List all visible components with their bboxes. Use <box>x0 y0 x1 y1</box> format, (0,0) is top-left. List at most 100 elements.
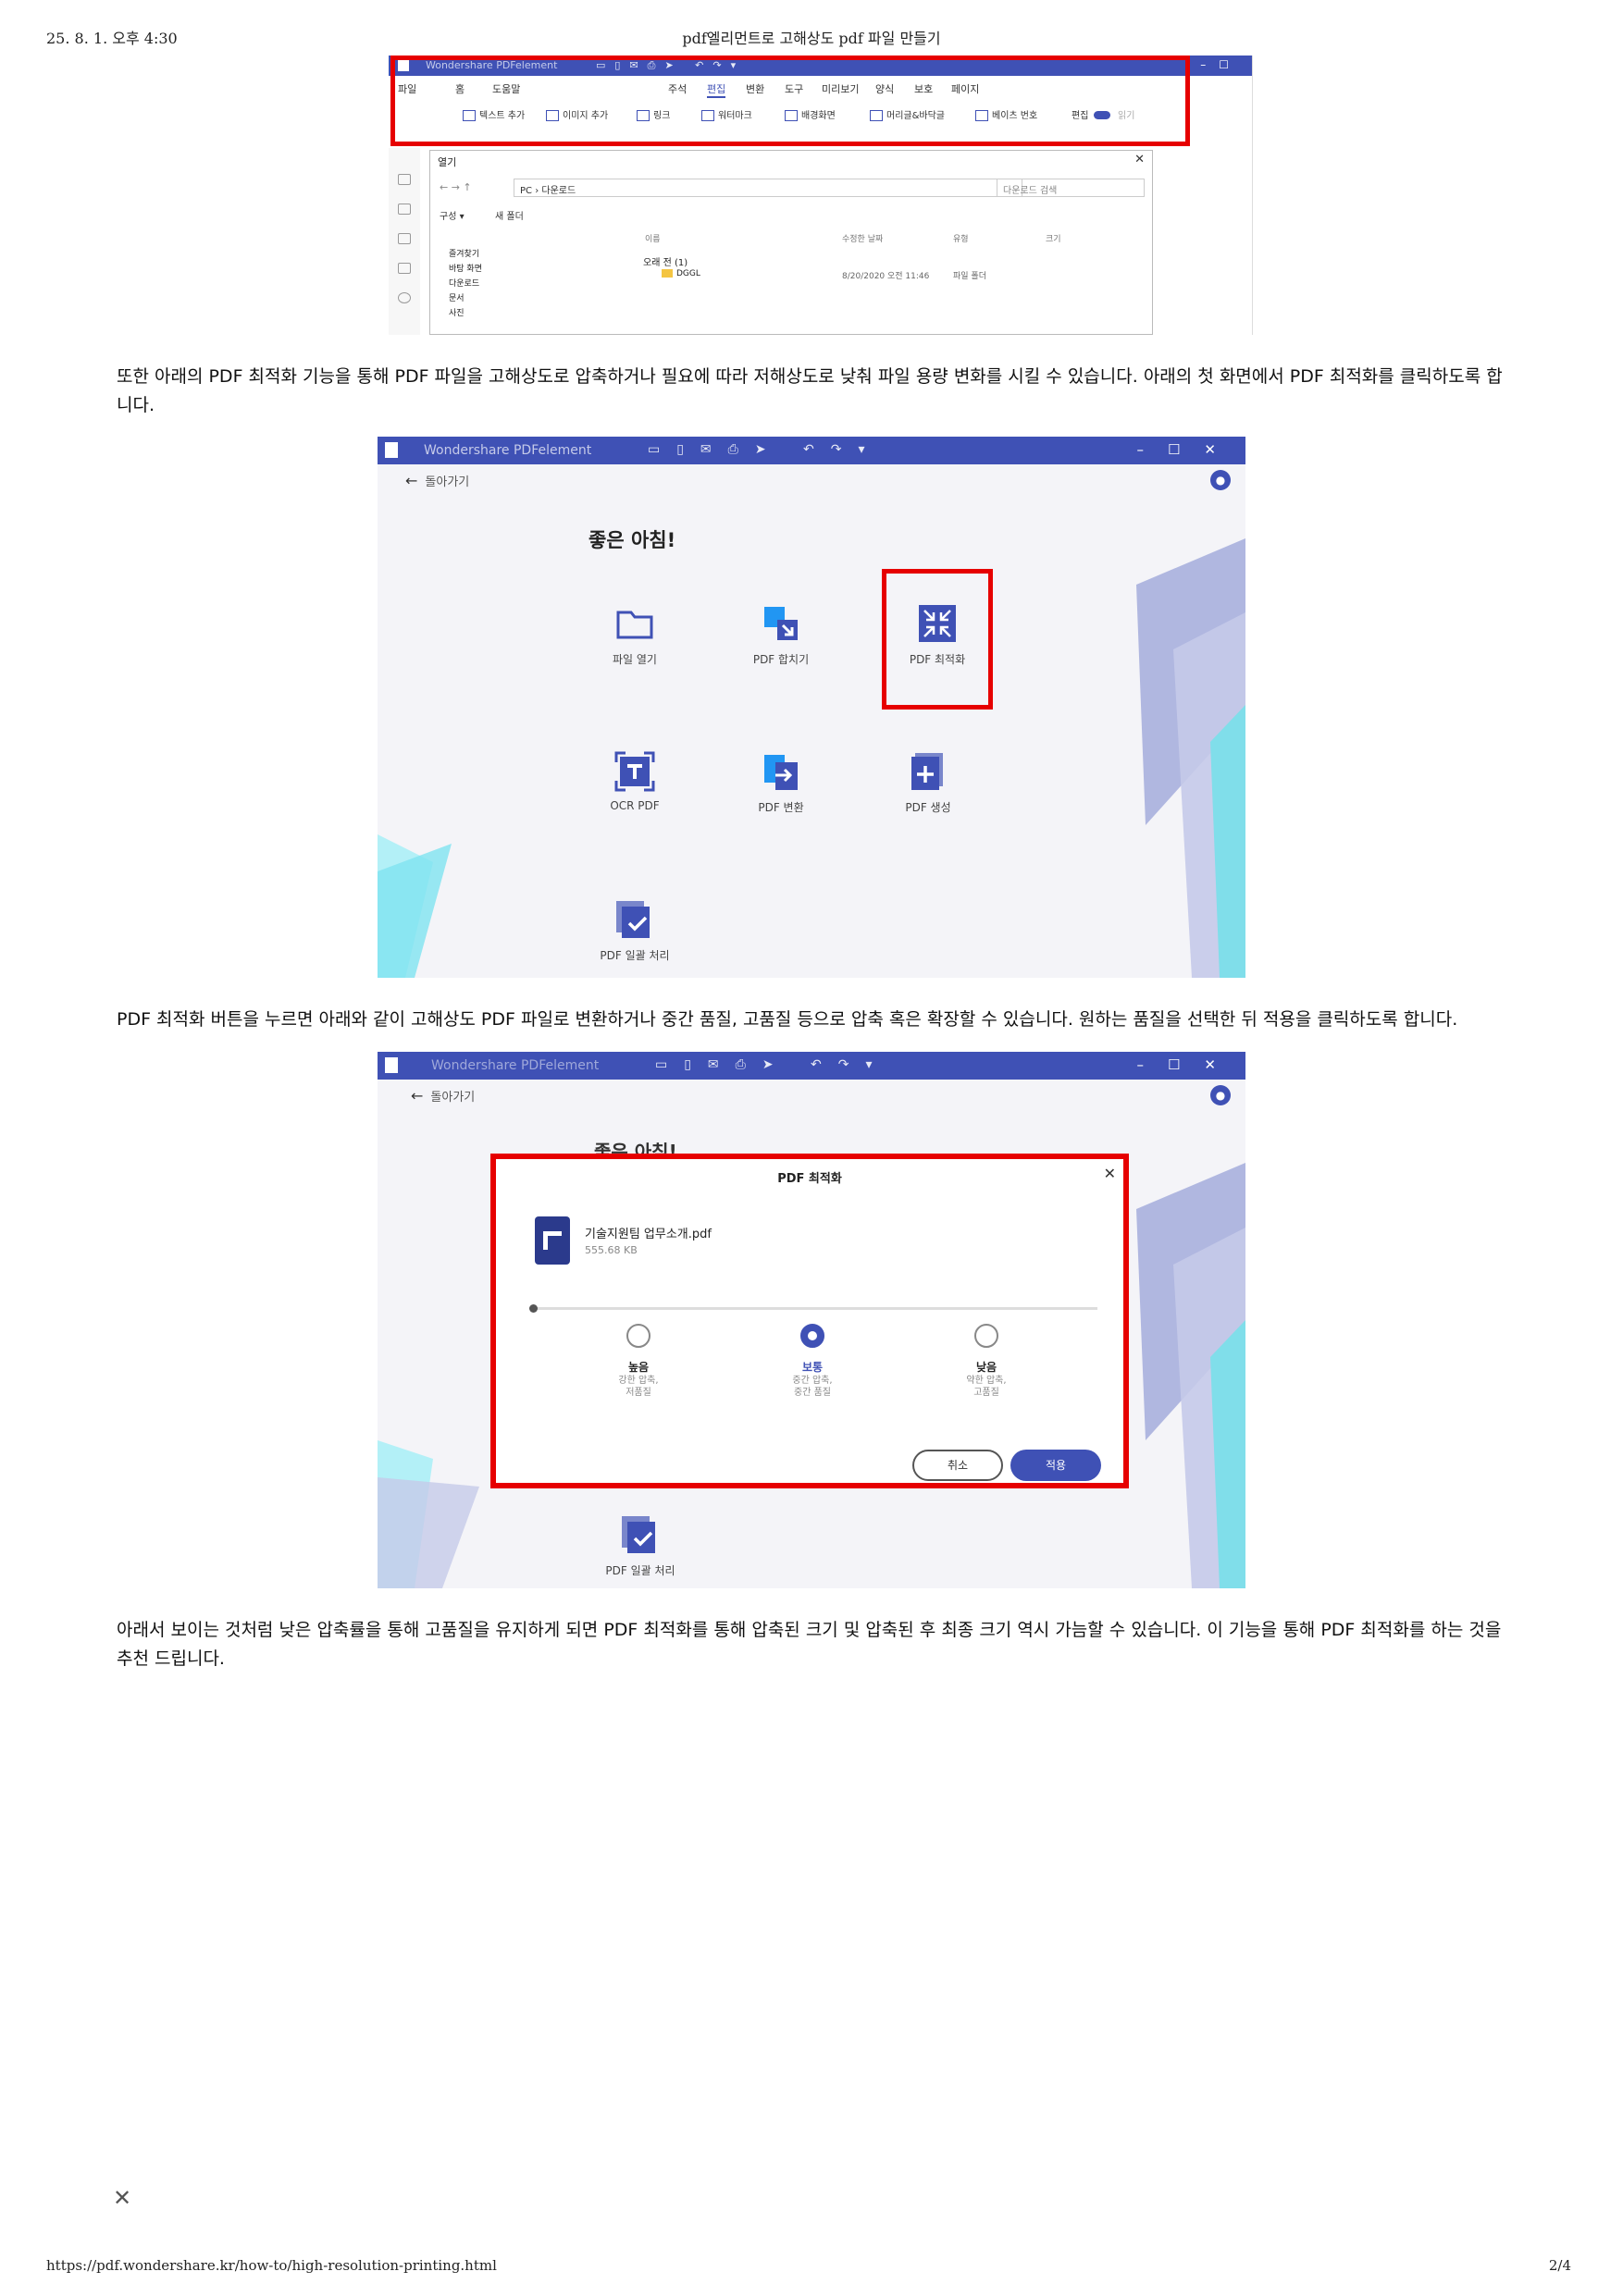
merge-icon <box>764 607 798 640</box>
option-label: 낮음 <box>975 1361 997 1374</box>
tile-create-pdf[interactable]: PDF 생성 <box>873 751 984 815</box>
option-medium[interactable]: 보통 중간 압축, 중간 품질 <box>766 1324 859 1399</box>
app-name: Wondershare PDFelement <box>431 1058 600 1073</box>
paragraph-2: PDF 최적화 버튼을 누르면 아래와 같이 고해상도 PDF 파일로 변환하거… <box>117 1009 1458 1030</box>
file-row[interactable]: DGGL <box>662 269 700 278</box>
search-icon[interactable] <box>398 292 411 303</box>
title-bar: Wondershare PDFelement ▭▯✉⎙➤ ↶↷▾ –☐✕ <box>378 1052 1245 1080</box>
progress-track <box>533 1307 1097 1310</box>
left-panel <box>389 148 420 335</box>
tile-open-file[interactable]: 파일 열기 <box>579 603 690 667</box>
radio-low[interactable] <box>974 1324 998 1348</box>
apply-button[interactable]: 적용 <box>1010 1450 1101 1481</box>
page-number: 2/4 <box>1548 2257 1571 2274</box>
quick-access-icons: ▭▯✉⎙➤ ↶↷▾ <box>655 1057 889 1072</box>
close-icon[interactable]: ✕ <box>1134 153 1145 167</box>
close-icon[interactable]: ✕ <box>1104 1165 1116 1182</box>
avatar[interactable]: ● <box>1210 470 1231 490</box>
comment-icon[interactable] <box>398 233 411 244</box>
window-controls: –☐ <box>1200 58 1242 71</box>
back-arrow-icon: ← <box>405 472 418 489</box>
organize-button[interactable]: 구성 ▾ <box>440 208 465 222</box>
paragraph-3: 아래서 보이는 것처럼 낮은 압축률을 통해 고품질을 유지하게 되면 PDF … <box>117 1620 1502 1669</box>
sidebar-favorites[interactable]: 즐겨찾기 <box>449 247 479 259</box>
column-name[interactable]: 이름 <box>645 232 661 244</box>
tile-batch-pdf[interactable]: PDF 일괄 처리 <box>585 1514 696 1578</box>
greeting: 좋은 아침! <box>588 529 676 551</box>
folder-icon <box>662 269 673 278</box>
back-label: 돌아가기 <box>430 1091 476 1105</box>
highlight-box <box>390 56 1190 146</box>
screenshot-editor-ribbon: Wondershare PDFelement ▭▯✉⎙➤ ↶↷▾ –☐ 파일 홈… <box>389 56 1253 335</box>
option-label: 보통 <box>801 1361 824 1374</box>
window-controls: –☐✕ <box>1136 441 1240 458</box>
radio-medium[interactable] <box>800 1324 824 1348</box>
tile-label: OCR PDF <box>610 799 660 812</box>
column-type[interactable]: 유형 <box>953 232 969 244</box>
back-button[interactable]: ← 돌아가기 <box>411 1087 475 1105</box>
background-decoration <box>378 538 1245 978</box>
sidebar-desktop[interactable]: 바탕 화면 <box>449 262 482 274</box>
create-icon <box>911 753 943 790</box>
close-icon[interactable]: ✕ <box>113 2185 131 2211</box>
sidebar-pictures[interactable]: 사진 <box>449 306 465 318</box>
pdf-file-icon <box>535 1216 570 1265</box>
quick-access-icons: ▭▯✉⎙➤ ↶↷▾ <box>648 442 882 457</box>
avatar[interactable]: ● <box>1210 1085 1231 1105</box>
open-dialog: 열기 ✕ ← → ↑ PC › 다운로드 다운로드 검색 구성 ▾ 새 폴더 이… <box>429 150 1153 335</box>
tile-merge-pdf[interactable]: PDF 합치기 <box>725 603 836 667</box>
app-logo-icon <box>385 442 398 458</box>
screenshot-optimize-dialog: Wondershare PDFelement ▭▯✉⎙➤ ↶↷▾ –☐✕ ← 돌아… <box>378 1052 1245 1588</box>
file-name: 기술지원팀 업무소개.pdf <box>585 1228 712 1241</box>
print-footer: https://pdf.wondershare.kr/how-to/high-r… <box>0 2257 1623 2279</box>
option-label: 높음 <box>627 1361 650 1374</box>
file-group-label[interactable]: 오래 전 (1) <box>643 254 688 268</box>
option-sub: 약한 압축, <box>966 1376 1007 1386</box>
print-header: 25. 8. 1. 오후 4:30 pdf엘리먼트로 고해상도 pdf 파일 만… <box>0 26 1623 48</box>
cancel-button[interactable]: 취소 <box>912 1450 1003 1481</box>
radio-high[interactable] <box>626 1324 650 1348</box>
bookmark-icon[interactable] <box>398 204 411 215</box>
screenshot-home: Wondershare PDFelement ▭▯✉⎙➤ ↶↷▾ –☐✕ ← 돌아… <box>378 437 1245 978</box>
tile-label: 파일 열기 <box>613 653 657 666</box>
option-sub: 중간 압축, <box>792 1376 833 1386</box>
convert-icon <box>764 755 798 790</box>
folder-icon <box>616 611 653 639</box>
back-button[interactable]: ← 돌아가기 <box>405 472 469 489</box>
option-sub: 중간 품질 <box>794 1388 831 1398</box>
batch-icon <box>622 1516 655 1553</box>
search-input[interactable]: 다운로드 검색 <box>997 179 1145 197</box>
file-type: 파일 폴더 <box>953 272 986 281</box>
tile-batch-pdf[interactable]: PDF 일괄 처리 <box>579 899 690 963</box>
tile-label: PDF 변환 <box>758 801 804 814</box>
dialog-title: 열기 <box>438 156 457 168</box>
column-size[interactable]: 크기 <box>1046 232 1061 244</box>
title-bar: Wondershare PDFelement ▭▯✉⎙➤ ↶↷▾ –☐✕ <box>378 437 1245 464</box>
back-label: 돌아가기 <box>425 475 470 489</box>
app-name: Wondershare PDFelement <box>424 443 592 458</box>
sidebar-downloads[interactable]: 다운로드 <box>449 277 479 289</box>
batch-icon <box>616 901 650 938</box>
file-size: 555.68 KB <box>585 1244 638 1256</box>
option-high[interactable]: 높음 강한 압축, 저품질 <box>592 1324 685 1399</box>
paragraph-1: 또한 아래의 PDF 최적화 기능을 통해 PDF 파일을 고해상도로 압축하거… <box>117 366 1503 415</box>
option-low[interactable]: 낮음 약한 압축, 고품질 <box>940 1324 1033 1399</box>
tile-label: PDF 일괄 처리 <box>605 1564 675 1577</box>
tile-convert-pdf[interactable]: PDF 변환 <box>725 751 836 815</box>
highlight-box <box>882 569 993 710</box>
column-date[interactable]: 수정한 날짜 <box>842 232 883 244</box>
thumbnail-icon[interactable] <box>398 174 411 185</box>
optimize-dialog: PDF 최적화 ✕ 기술지원팀 업무소개.pdf 555.68 KB 높음 강한… <box>490 1154 1129 1488</box>
new-folder-button[interactable]: 새 폴더 <box>495 208 524 222</box>
sidebar-documents[interactable]: 문서 <box>449 291 465 303</box>
ocr-icon <box>614 751 655 792</box>
tile-ocr-pdf[interactable]: OCR PDF <box>579 751 690 812</box>
nav-arrows[interactable]: ← → ↑ <box>440 181 472 193</box>
dialog-title: PDF 최적화 <box>777 1172 842 1186</box>
address-bar[interactable]: PC › 다운로드 <box>514 179 1022 197</box>
option-sub: 저품질 <box>626 1388 651 1398</box>
tile-label: PDF 합치기 <box>752 653 810 666</box>
option-sub: 강한 압축, <box>618 1376 659 1386</box>
progress-dot <box>529 1304 538 1313</box>
attachment-icon[interactable] <box>398 263 411 274</box>
